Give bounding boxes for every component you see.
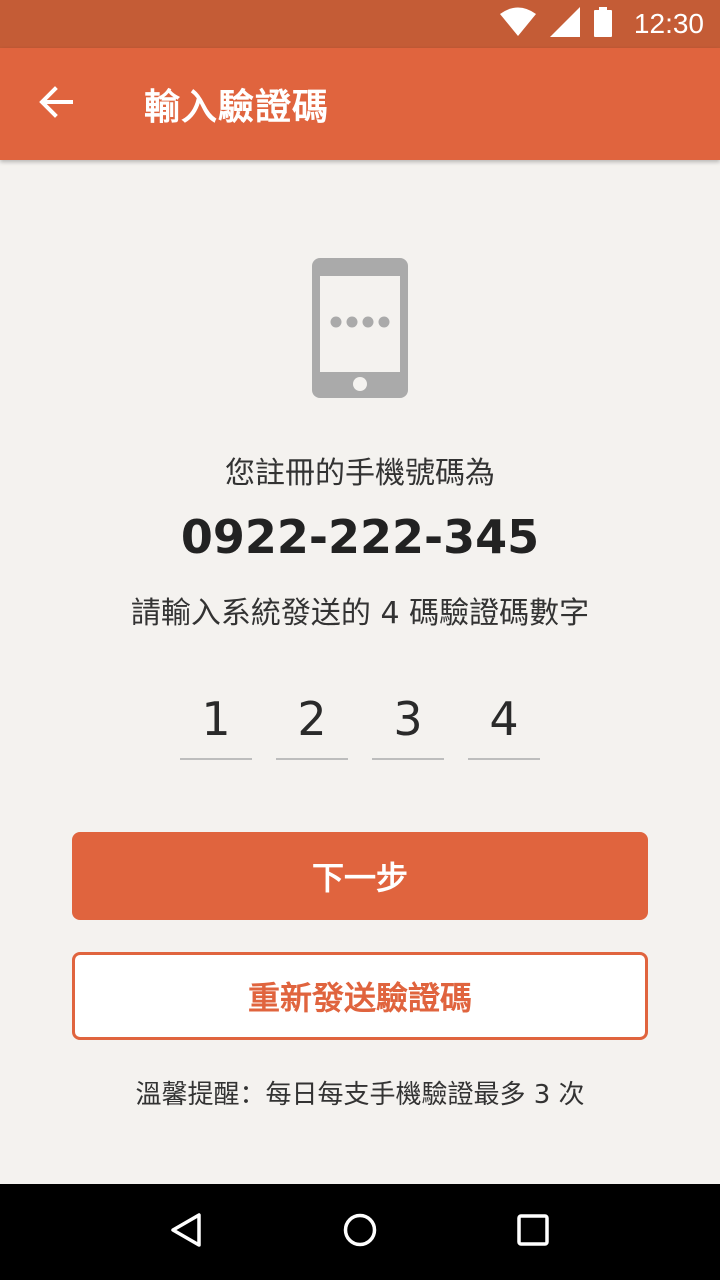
next-button[interactable]: 下一步 [72, 832, 648, 920]
phone-message-icon [312, 258, 408, 398]
registered-number-label: 您註冊的手機號碼為 [225, 456, 495, 491]
app-bar: 輸入驗證碼 [0, 48, 720, 160]
back-triangle-icon [169, 1212, 205, 1252]
code-digit-2[interactable]: 2 [276, 680, 348, 760]
phone-number: 0922-222-345 [180, 510, 540, 564]
signal-icon [549, 7, 580, 41]
code-digit-1[interactable]: 1 [180, 680, 252, 760]
navigation-bar [0, 1184, 720, 1280]
recents-square-icon [515, 1212, 551, 1252]
battery-icon [593, 7, 612, 41]
status-bar: 12:30 [0, 0, 720, 48]
page-title: 輸入驗證碼 [144, 87, 330, 128]
wifi-icon [499, 7, 536, 41]
verification-code-input: 1 2 3 4 [180, 680, 540, 762]
back-button[interactable] [20, 68, 92, 140]
nav-home-button[interactable] [320, 1192, 400, 1272]
status-time: 12:30 [633, 8, 704, 39]
nav-recents-button[interactable] [493, 1192, 573, 1272]
reminder-text: 溫馨提醒：每日每支手機驗證最多 3 次 [135, 1080, 585, 1110]
home-circle-icon [342, 1212, 378, 1252]
resend-code-button[interactable]: 重新發送驗證碼 [72, 952, 648, 1040]
instruction-text: 請輸入系統發送的 4 碼驗證碼數字 [130, 596, 590, 631]
code-digit-3[interactable]: 3 [372, 680, 444, 760]
nav-back-button[interactable] [147, 1192, 227, 1272]
arrow-left-icon [38, 84, 74, 124]
code-digit-4[interactable]: 4 [468, 680, 540, 760]
